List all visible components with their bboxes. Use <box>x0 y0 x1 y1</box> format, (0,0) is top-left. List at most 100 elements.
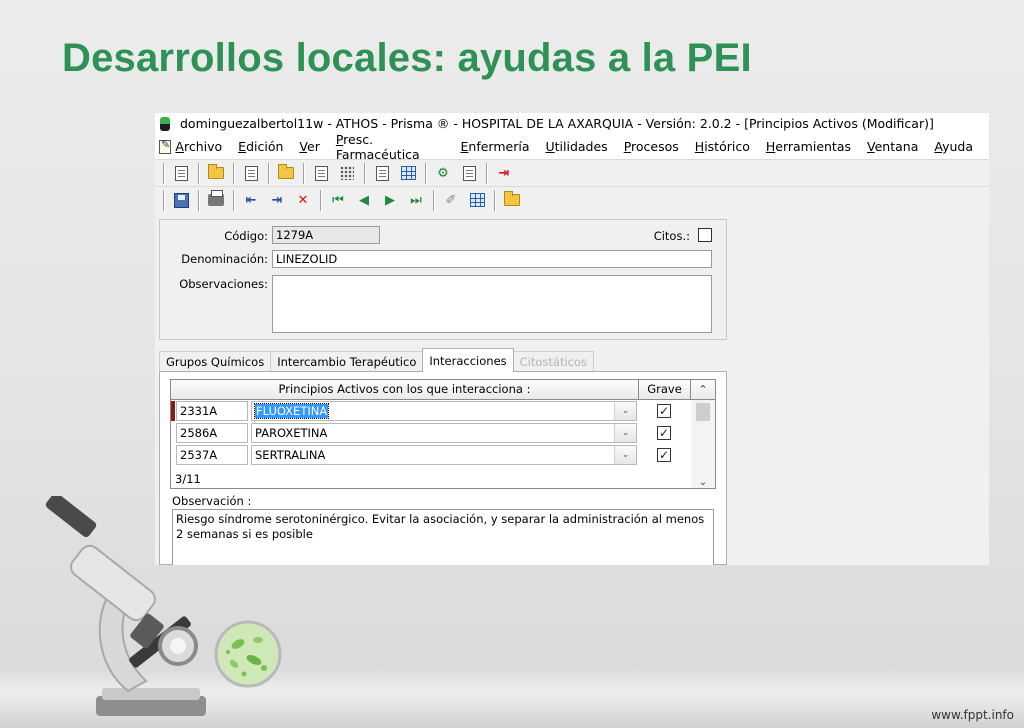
menu-utilidades[interactable]: Utilidades <box>545 139 607 154</box>
row-name-combobox[interactable]: SERTRALINA ⌄ <box>251 445 637 465</box>
insert-row-icon[interactable]: ⇤ <box>240 190 262 211</box>
window-title: dominguezalbertol11w - ATHOS - Prisma ® … <box>180 116 934 131</box>
print-icon[interactable] <box>205 190 227 211</box>
toolbar-separator <box>486 162 487 184</box>
row-code-cell[interactable]: 2331A <box>176 401 248 421</box>
toolbar-main: ⚙ ⇥ <box>155 159 989 186</box>
active-principle-form: Código: 1279A Citos.: Denominación: LINE… <box>159 219 727 340</box>
next-record-icon[interactable]: ▶ <box>379 190 401 211</box>
row-name-text: PAROXETINA <box>255 426 328 440</box>
grave-checkbox[interactable]: ✓ <box>657 426 671 440</box>
table-row[interactable]: 2331A FLUOXETINA ⌄ ✓ <box>171 400 715 422</box>
grid-scrollbar[interactable]: ⌄ <box>691 400 715 488</box>
toolbar-separator <box>198 162 199 184</box>
table-icon[interactable] <box>397 163 419 184</box>
tab-intercambio-terapeutico[interactable]: Intercambio Terapéutico <box>270 351 424 372</box>
menu-bar: Archivo Edición Ver Presc. Farmacéutica … <box>155 132 989 162</box>
citos-label: Citos.: <box>653 229 690 243</box>
codigo-field[interactable]: 1279A <box>272 226 380 244</box>
tab-citostaticos: Citostáticos <box>512 351 595 372</box>
interactions-grid: Principios Activos con los que interacci… <box>170 379 716 489</box>
last-record-icon[interactable]: ⏭ <box>405 190 427 211</box>
footer-url: www.fppt.info <box>931 708 1014 722</box>
delete-row-icon[interactable]: ✕ <box>292 190 314 211</box>
tab-interacciones[interactable]: Interacciones <box>422 348 514 372</box>
row-name-text: SERTRALINA <box>255 448 326 462</box>
row-code-cell[interactable]: 2537A <box>176 445 248 465</box>
grid-header: Principios Activos con los que interacci… <box>171 380 715 400</box>
scroll-up-icon[interactable]: ⌃ <box>691 380 715 399</box>
open-folder-icon[interactable] <box>205 163 227 184</box>
menu-presc-farmaceutica[interactable]: Presc. Farmacéutica <box>336 132 445 162</box>
observacion-textarea[interactable]: Riesgo síndrome serotoninérgico. Evitar … <box>172 509 714 565</box>
exit-icon[interactable]: ⇥ <box>493 163 515 184</box>
row-name-combobox[interactable]: PAROXETINA ⌄ <box>251 423 637 443</box>
chevron-down-icon[interactable]: ⌄ <box>614 446 636 464</box>
mdi-document-icon[interactable] <box>159 138 172 154</box>
toolbar-separator <box>364 162 365 184</box>
pin-icon[interactable]: ✐ <box>440 190 462 211</box>
edit-doc-icon[interactable] <box>240 163 262 184</box>
denominacion-field[interactable]: LINEZOLID <box>272 250 712 268</box>
grave-checkbox[interactable]: ✓ <box>657 404 671 418</box>
citos-checkbox[interactable] <box>698 228 712 242</box>
toolbar-separator <box>163 162 164 184</box>
menu-ventana[interactable]: Ventana <box>867 139 918 154</box>
previous-record-icon[interactable]: ◀ <box>353 190 375 211</box>
list-icon[interactable] <box>336 163 358 184</box>
chevron-down-icon[interactable]: ⌄ <box>614 402 636 420</box>
record-counter: 3/11 <box>175 472 201 486</box>
interacciones-panel: Principios Activos con los que interacci… <box>159 371 727 565</box>
microscope-illustration <box>45 496 206 716</box>
row-code-cell[interactable]: 2586A <box>176 423 248 443</box>
image-icon[interactable] <box>466 190 488 211</box>
toolbar-separator <box>233 189 234 211</box>
application-window: dominguezalbertol11w - ATHOS - Prisma ® … <box>155 113 989 565</box>
toolbar-separator <box>268 162 269 184</box>
table-row[interactable]: 2586A PAROXETINA ⌄ ✓ <box>171 422 715 444</box>
toolbar-separator <box>320 189 321 211</box>
tools-icon[interactable]: ⚙ <box>432 163 454 184</box>
table-row[interactable]: 2537A SERTRALINA ⌄ ✓ <box>171 444 715 466</box>
tab-grupos-quimicos[interactable]: Grupos Químicos <box>159 351 272 372</box>
menu-edicion[interactable]: Edición <box>238 139 283 154</box>
menu-archivo[interactable]: Archivo <box>175 139 222 154</box>
grave-checkbox[interactable]: ✓ <box>657 448 671 462</box>
insert-row-icon[interactable]: ⇥ <box>266 190 288 211</box>
folder-icon[interactable] <box>501 190 523 211</box>
row-name-text: FLUOXETINA <box>253 403 330 419</box>
edit-doc-icon[interactable] <box>170 163 192 184</box>
toolbar-records: ⇤ ⇥ ✕ ⏮ ◀ ▶ ⏭ ✐ <box>155 186 989 213</box>
open-folder-icon[interactable] <box>275 163 297 184</box>
toolbar-separator <box>198 189 199 211</box>
observaciones-field[interactable] <box>272 275 712 333</box>
window-titlebar: dominguezalbertol11w - ATHOS - Prisma ® … <box>155 113 989 134</box>
copy-icon[interactable] <box>458 163 480 184</box>
menu-ver[interactable]: Ver <box>299 139 319 154</box>
toolbar-separator <box>163 189 164 211</box>
toolbar-separator <box>425 162 426 184</box>
scroll-down-icon[interactable]: ⌄ <box>691 477 715 488</box>
row-selector-marker <box>171 423 175 443</box>
row-name-combobox[interactable]: FLUOXETINA ⌄ <box>251 401 637 421</box>
slide-title: Desarrollos locales: ayudas a la PEI <box>62 36 752 80</box>
chevron-down-icon[interactable]: ⌄ <box>614 424 636 442</box>
preview-icon[interactable] <box>371 163 393 184</box>
menu-procesos[interactable]: Procesos <box>624 139 679 154</box>
menu-historico[interactable]: Histórico <box>695 139 750 154</box>
menu-ayuda[interactable]: Ayuda <box>934 139 973 154</box>
menu-enfermeria[interactable]: Enfermería <box>461 139 530 154</box>
column-header-grave: Grave <box>639 380 691 399</box>
toolbar-separator <box>303 162 304 184</box>
first-record-icon[interactable]: ⏮ <box>327 190 349 211</box>
app-logo-icon <box>158 116 172 131</box>
search-doc-icon[interactable] <box>310 163 332 184</box>
scrollbar-thumb[interactable] <box>696 403 710 421</box>
toolbar-separator <box>233 162 234 184</box>
toolbar-separator <box>433 189 434 211</box>
row-selector-marker <box>171 445 175 465</box>
codigo-label: Código: <box>224 229 268 243</box>
menu-herramientas[interactable]: Herramientas <box>766 139 851 154</box>
toolbar-separator <box>494 189 495 211</box>
save-icon[interactable] <box>170 190 192 211</box>
